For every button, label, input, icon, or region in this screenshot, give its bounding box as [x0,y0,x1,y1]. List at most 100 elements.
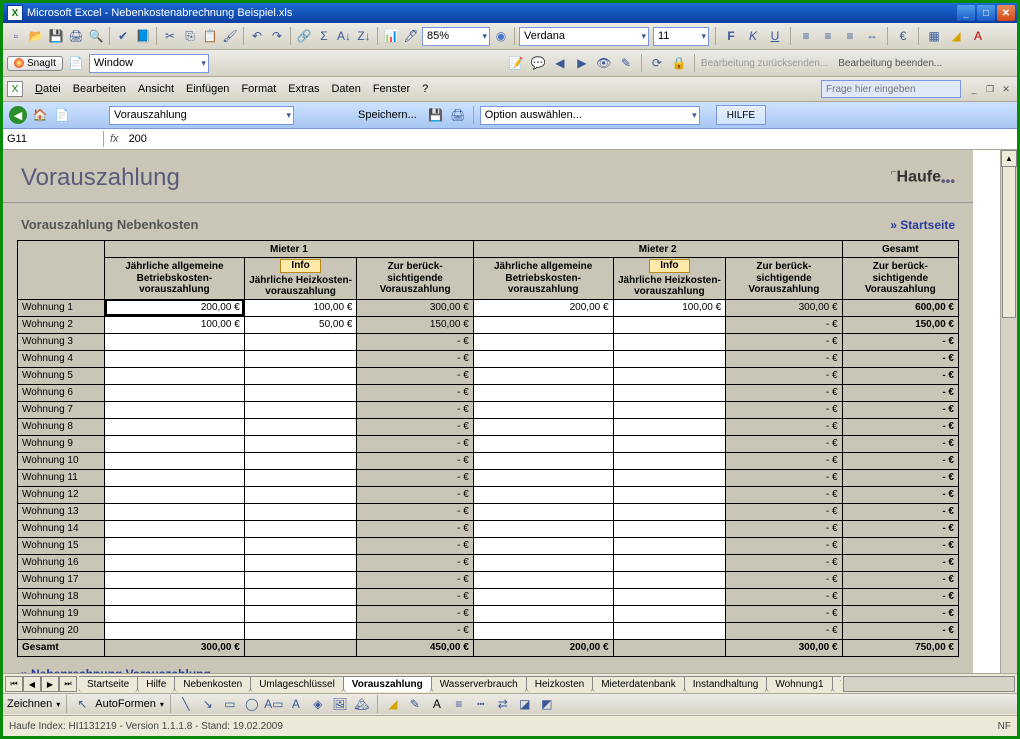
menu-format[interactable]: Format [235,81,282,97]
textbox-icon[interactable]: A▭ [265,695,283,713]
fill-icon[interactable]: ◢ [384,695,402,713]
cell-m2a[interactable] [473,554,613,571]
scroll-thumb[interactable] [1002,166,1016,318]
cell-m2b[interactable] [613,333,726,350]
cell-m1b[interactable] [244,520,357,537]
cell-m1b[interactable] [244,418,357,435]
cell-m2b[interactable] [613,401,726,418]
font-size-combo[interactable]: 11 [653,27,709,46]
fill-color-icon[interactable]: ◢ [947,27,965,45]
cell-m2a[interactable] [473,367,613,384]
save-disk-icon[interactable]: 💾 [427,106,445,124]
snagit-menu-icon[interactable]: 📄 [67,54,85,72]
drawing-toggle-icon[interactable]: 🖊 [402,27,420,45]
cell-m1a[interactable] [105,384,245,401]
line-icon[interactable]: ╲ [177,695,195,713]
doc-minimize-button[interactable]: _ [967,83,981,95]
open-icon[interactable]: 📂 [27,27,45,45]
menu-einfuegen[interactable]: Einfügen [180,81,235,97]
line-color-icon[interactable]: ✎ [406,695,424,713]
horizontal-scrollbar[interactable] [843,676,1015,692]
bold-icon[interactable]: F [722,27,740,45]
cell-m1b[interactable] [244,622,357,639]
cell-m2b[interactable] [613,367,726,384]
print2-icon[interactable]: 🖨 [449,106,467,124]
menu-ansicht[interactable]: Ansicht [132,81,180,97]
picture-icon[interactable]: 🏔 [353,695,371,713]
sheet-tab[interactable]: Hilfe [137,676,175,692]
info-button-1[interactable]: Info [280,259,320,273]
track-icon[interactable]: ⟳ [648,54,666,72]
cell-m1b[interactable]: 100,00 € [244,299,357,316]
cell-m2a[interactable] [473,588,613,605]
currency-icon[interactable]: € [894,27,912,45]
cell-m1a[interactable]: 100,00 € [105,316,245,333]
cell-m2a[interactable] [473,401,613,418]
snagit-button[interactable]: SnagIt [7,56,63,71]
snagit-window-combo[interactable]: Window [89,54,209,73]
cell-m1b[interactable] [244,435,357,452]
cell-m1a[interactable] [105,469,245,486]
cell-m1a[interactable] [105,622,245,639]
font-color-icon[interactable]: A [969,27,987,45]
cell-m1a[interactable] [105,605,245,622]
align-center-icon[interactable]: ≡ [819,27,837,45]
paste-icon[interactable]: 📋 [201,27,219,45]
autosum-icon[interactable]: Σ [315,27,333,45]
formula-bar[interactable]: 200 [125,131,1017,147]
cell-m2b[interactable] [613,452,726,469]
zeichnen-menu[interactable]: Zeichnen [7,698,52,710]
nav-back-icon[interactable]: ◀ [9,106,27,124]
cell-m1a[interactable]: 200,00 € [105,299,245,316]
cell-m2a[interactable] [473,520,613,537]
cell-m2b[interactable] [613,503,726,520]
cell-m2a[interactable]: 200,00 € [473,299,613,316]
format-painter-icon[interactable]: 🖌 [221,27,239,45]
menu-hilfe[interactable]: ? [416,81,434,97]
maximize-button[interactable]: □ [977,5,995,21]
cell-m1b[interactable] [244,537,357,554]
cell-m1a[interactable] [105,588,245,605]
sort-desc-icon[interactable]: Z↓ [355,27,373,45]
hyperlink-icon[interactable]: 🔗 [295,27,313,45]
font-name-combo[interactable]: Verdana [519,27,649,46]
cell-m1b[interactable] [244,605,357,622]
comment-icon[interactable]: 💬 [529,54,547,72]
cell-m1a[interactable] [105,554,245,571]
menu-datei[interactable]: Datei [29,81,67,97]
doc-restore-button[interactable]: ❐ [983,83,997,95]
cell-m2a[interactable] [473,316,613,333]
cell-m1b[interactable] [244,384,357,401]
cell-m2b[interactable] [613,384,726,401]
titlebar[interactable]: X Microsoft Excel - Nebenkostenabrechnun… [3,3,1017,23]
cell-m2b[interactable] [613,350,726,367]
cell-m1b[interactable] [244,554,357,571]
cell-m2a[interactable] [473,486,613,503]
sheet-tab[interactable]: Instandhaltung [684,676,768,692]
wordart-icon[interactable]: A [287,695,305,713]
protect-icon[interactable]: 🔒 [670,54,688,72]
3d-icon[interactable]: ◩ [538,695,556,713]
tab-next-icon[interactable]: ▶ [41,676,59,692]
arrow-style-icon[interactable]: ⇄ [494,695,512,713]
cell-m1a[interactable] [105,418,245,435]
cell-m2a[interactable] [473,418,613,435]
end-edit-label[interactable]: Bearbeitung beenden... [838,58,942,69]
startseite-link[interactable]: » Startseite [890,218,955,232]
workbook-icon[interactable]: X [7,81,23,97]
cell-m2b[interactable] [613,571,726,588]
sheet-tab[interactable]: Heizkosten [526,676,593,692]
cell-m2a[interactable] [473,622,613,639]
nav-home-icon[interactable]: 🏠 [31,106,49,124]
cell-m1b[interactable] [244,486,357,503]
doc-close-button[interactable]: ✕ [999,83,1013,95]
select-objects-icon[interactable]: ↖ [73,695,91,713]
fx-icon[interactable]: fx [104,133,125,145]
merge-icon[interactable]: ⇔ [863,27,881,45]
cell-m1a[interactable] [105,401,245,418]
tab-first-icon[interactable]: ⏮ [5,676,23,692]
menu-bearbeiten[interactable]: Bearbeiten [67,81,132,97]
cell-m1a[interactable] [105,452,245,469]
cell-m2b[interactable] [613,435,726,452]
cell-m2b[interactable] [613,520,726,537]
